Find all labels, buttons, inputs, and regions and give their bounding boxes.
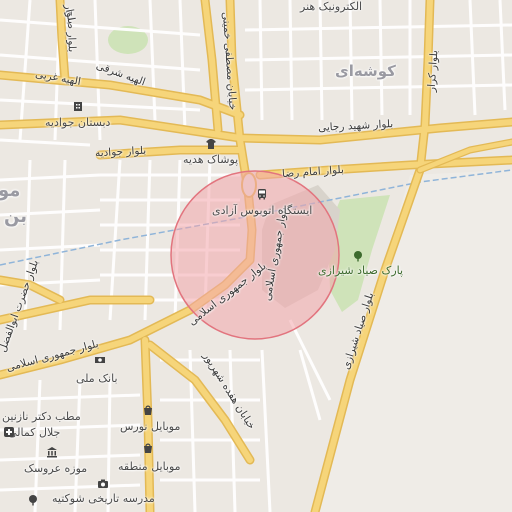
shopping-bag-icon-2[interactable] [142,442,154,454]
museum-icon[interactable] [46,446,58,458]
poi-park-sayyad[interactable]: پارک صیاد شیرازی [318,264,403,277]
camera-icon[interactable] [97,478,109,490]
bus-icon[interactable] [256,188,268,200]
poi-dabestan-javadieh[interactable]: دبستان جوادیه [45,116,110,129]
poi-pooshak-hediyeh[interactable]: پوشاک هدیه [183,153,238,166]
medical-icon[interactable] [3,426,15,438]
school-icon[interactable] [72,100,84,112]
map-canvas[interactable]: کوشه‌ای مو بن بلوار شهید رجایی بلوار اما… [0,0,512,512]
poi-electronic-honar[interactable]: الکترونیک هنر [300,0,362,13]
area-label-left-1: مو [0,180,21,201]
poi-bus-station[interactable]: ایستگاه اتوبوس آزادی [212,204,312,217]
tree-icon[interactable] [27,494,39,506]
poi-matab[interactable]: مطب دکتر نازنین [2,410,81,423]
poi-mobile-mantaghe[interactable]: موبایل منطقه [118,460,181,473]
shopping-bag-icon[interactable] [142,404,154,416]
poi-bank-melli[interactable]: بانک ملی [76,372,118,385]
poi-madrese-shokatieh[interactable]: مدرسه تاریخی شوکتیه [52,492,155,505]
park-tree-icon[interactable] [352,250,364,262]
poi-jalal-kamali[interactable]: جلال کمالی [8,426,60,439]
clothing-icon[interactable] [205,138,217,150]
poi-mouze-arousak[interactable]: موزه عروسک [24,462,87,475]
bank-icon[interactable] [94,354,106,366]
poi-mobile-nours[interactable]: موبایل نورس [120,420,180,433]
area-label-goushei: کوشه‌ای [335,62,396,80]
area-label-left-2: بن [4,206,27,227]
